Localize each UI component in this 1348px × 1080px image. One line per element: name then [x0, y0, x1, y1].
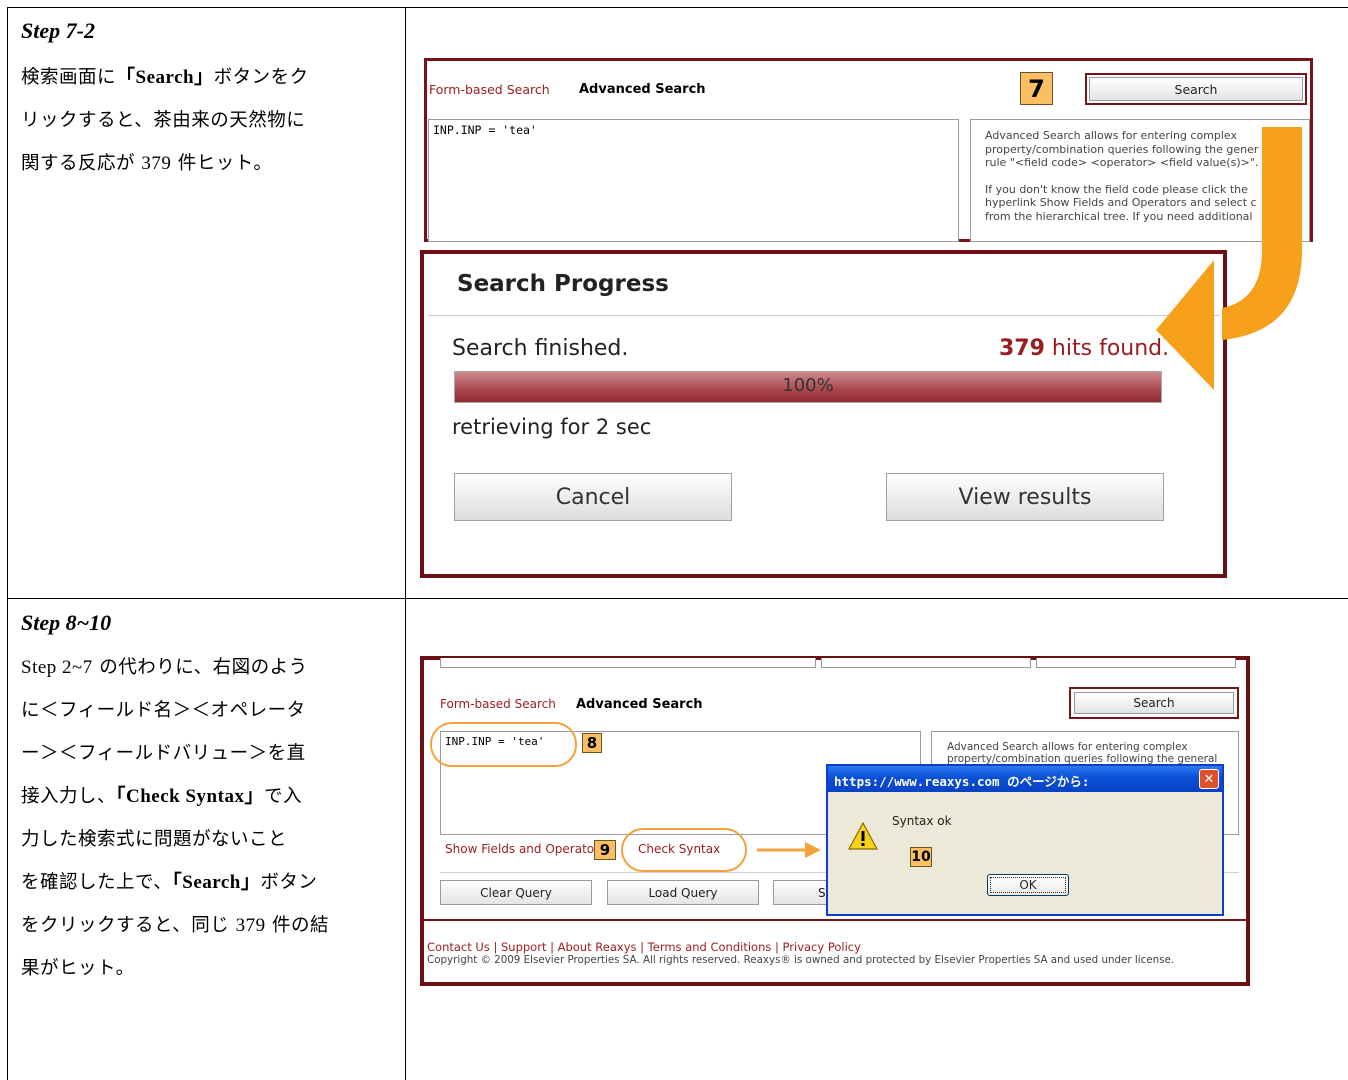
desc-line: をクリックすると、同じ 379 件の結 [21, 915, 330, 936]
step-badge-8: 8 [582, 733, 602, 753]
search-progress-dialog: Search Progress Search finished. 379 hit… [420, 250, 1227, 578]
table-border-left [7, 7, 8, 1080]
desc-line: 果がヒット。 [21, 958, 135, 979]
footer-separator [424, 919, 1246, 921]
arrow-tip [805, 842, 821, 858]
show-fields-link[interactable]: Show Fields and Operato [445, 842, 594, 856]
progress-title: Search Progress [457, 271, 669, 297]
load-query-button[interactable]: Load Query [607, 880, 759, 905]
hits-found: 379 hits found. [999, 336, 1170, 361]
table-border-top [7, 7, 1348, 8]
copyright-text: Copyright © 2009 Elsevier Properties SA.… [427, 954, 1175, 966]
syntax-dialog-titlebar: https://www.reaxys.com のページから: ✕ [828, 766, 1222, 792]
desc-line: 力した検索式に問題がないこと [21, 829, 288, 850]
desc-line: 検索画面に「Search」ボタンをク [21, 67, 309, 88]
warning-icon [848, 822, 878, 850]
step-badge-10: 10 [910, 847, 932, 867]
syntax-dialog: https://www.reaxys.com のページから: ✕ Syntax … [826, 764, 1224, 916]
tab-form-based-search[interactable]: Form-based Search [429, 82, 550, 97]
check-syntax-link[interactable]: Check Syntax [638, 842, 720, 856]
step-title: Step 8~10 [21, 610, 112, 635]
clear-query-button[interactable]: Clear Query [440, 880, 592, 905]
tab-advanced-search[interactable]: Advanced Search [579, 82, 706, 97]
dialog-inner [424, 254, 1223, 574]
top-box-right [1036, 658, 1236, 668]
close-icon[interactable]: ✕ [1199, 769, 1219, 789]
table-divider-vertical [405, 7, 406, 1080]
progress-percent: 100% [782, 375, 834, 396]
top-box-left [440, 658, 816, 668]
query-text: INP.INP = 'tea' [433, 123, 537, 137]
desc-line: に＜フィールド名＞＜オペレータ [21, 700, 306, 721]
view-results-button[interactable]: View results [886, 473, 1164, 521]
arrow-shaft [1222, 127, 1302, 340]
help-text: Advanced Search allows for entering comp… [947, 741, 1218, 765]
desc-line: リックすると、茶由来の天然物に [21, 110, 306, 131]
arrow-head [1156, 260, 1214, 390]
desc-line: Step 2~7 の代わりに、右図のよう [21, 657, 308, 678]
query-textarea[interactable]: INP.INP = 'tea' [428, 119, 959, 242]
step-description: Step 2~7 の代わりに、右図のよう に＜フィールド名＞＜オペレータ ー＞＜… [21, 646, 401, 990]
progress-bar-track: 100% [454, 371, 1162, 403]
tab-advanced-search[interactable]: Advanced Search [576, 697, 703, 712]
step-title: Step 7-2 [21, 18, 95, 43]
arrow-to-dialog [757, 842, 821, 858]
syntax-message: Syntax ok [892, 814, 952, 828]
table-divider-horizontal [7, 598, 1348, 599]
status-text: Search finished. [452, 336, 629, 361]
desc-line: 関する反応が 379 件ヒット。 [21, 153, 273, 174]
step-badge-7: 7 [1020, 72, 1053, 105]
query-highlight-oval [430, 722, 577, 767]
desc-line: 接入力し、「Check Syntax」で入 [21, 786, 302, 807]
desc-line: を確認した上で、「Search」ボタン [21, 872, 318, 893]
top-box-mid [821, 658, 1031, 668]
ok-button[interactable]: OK [987, 874, 1069, 896]
footer-links: Contact Us | Support | About Reaxys | Te… [427, 940, 861, 954]
tab-form-based-search[interactable]: Form-based Search [440, 697, 556, 711]
desc-line: ー＞＜フィールドバリュー＞を直 [21, 743, 306, 764]
cancel-button[interactable]: Cancel [454, 473, 732, 521]
step-badge-9: 9 [594, 840, 616, 860]
orange-curved-arrow [1156, 127, 1302, 390]
advanced-search-panel-2: Form-based Search Advanced Search Search… [420, 656, 1250, 986]
retrieving-text: retrieving for 2 sec [452, 415, 652, 439]
syntax-dialog-title: https://www.reaxys.com のページから: [834, 774, 1090, 789]
title-separator [428, 315, 1220, 316]
search-button[interactable]: Search [1089, 77, 1303, 101]
search-button[interactable]: Search [1074, 692, 1234, 714]
step-description: 検索画面に「Search」ボタンをク リックすると、茶由来の天然物に 関する反応… [21, 56, 396, 185]
